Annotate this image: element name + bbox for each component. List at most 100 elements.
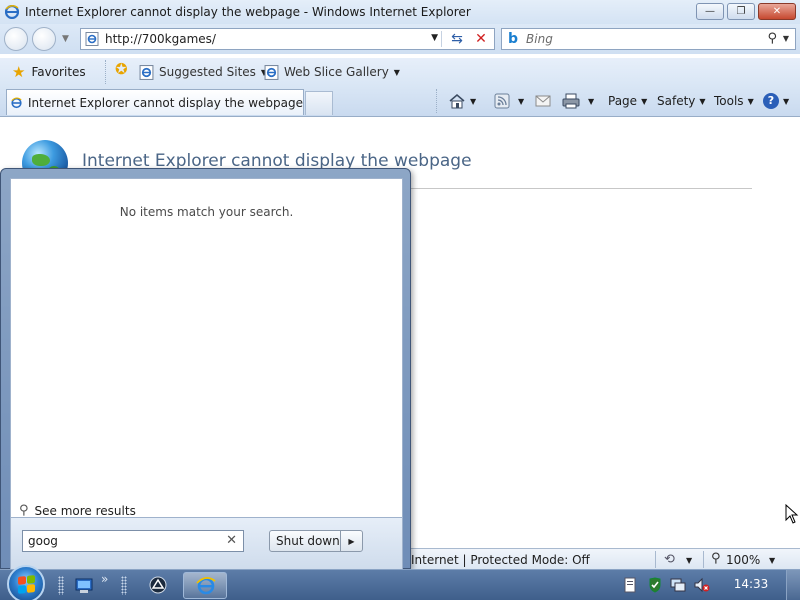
refresh-icon[interactable]: ⇆	[448, 31, 466, 47]
chevron-down-icon: ▼	[393, 67, 400, 77]
taskbar-ie-button[interactable]	[183, 572, 227, 599]
address-divider	[441, 31, 442, 47]
chevron-down-icon: ▼	[699, 96, 706, 106]
zoom-dropdown-icon[interactable]: ▼	[769, 556, 775, 565]
web-slice-gallery-link[interactable]: Web Slice Gallery ▼	[264, 62, 400, 82]
zoom-icon[interactable]: ⚲	[711, 551, 721, 566]
security-zone[interactable]: Internet | Protected Mode: Off	[411, 553, 590, 567]
favorites-star-icon: ★	[12, 62, 26, 81]
feeds-icon	[494, 93, 510, 109]
maximize-button[interactable]: ❐	[727, 3, 755, 20]
toolbar-grip[interactable]	[58, 576, 64, 595]
suggested-sites-ie-icon	[139, 64, 154, 80]
help-menu[interactable]: ? ▼	[763, 92, 789, 110]
web-slice-gallery-ie-icon	[264, 64, 279, 80]
start-menu-bottom: goog ✕ Shut down ▶	[10, 518, 403, 570]
search-placeholder[interactable]: Bing	[526, 32, 553, 46]
chevron-down-icon: ▼	[783, 96, 790, 106]
action-center-icon[interactable]	[647, 577, 663, 593]
tab-row: Internet Explorer cannot display the web…	[0, 86, 800, 117]
zoom-level[interactable]: 100%	[726, 553, 760, 567]
see-more-search-icon: ⚲	[19, 503, 29, 518]
start-search-input[interactable]: goog ✕	[22, 530, 244, 552]
search-icon[interactable]: ⚲	[767, 31, 777, 46]
shutdown-button[interactable]: Shut down ▶	[269, 530, 363, 552]
show-desktop-button[interactable]	[786, 570, 800, 600]
read-mail-button[interactable]	[535, 92, 551, 110]
tools-menu-label: Tools	[714, 94, 744, 108]
chevron-down-icon[interactable]: ▼	[686, 556, 692, 565]
chevron-down-icon: ▼	[588, 96, 595, 106]
network-icon[interactable]	[670, 577, 686, 593]
new-tab-button[interactable]	[305, 91, 333, 115]
tools-menu[interactable]: Tools ▼	[714, 92, 754, 110]
toolbar-grip[interactable]	[121, 576, 127, 595]
stop-icon[interactable]: ✕	[473, 31, 489, 47]
address-dropdown-icon[interactable]: ▼	[431, 33, 438, 43]
status-divider	[655, 551, 656, 568]
help-icon: ?	[763, 93, 779, 109]
chevron-down-icon: ▼	[747, 96, 754, 106]
shutdown-label: Shut down	[276, 534, 340, 548]
no-results-message: No items match your search.	[119, 205, 294, 219]
window-controls: — ❐ ✕	[693, 3, 796, 20]
volume-muted-icon[interactable]	[694, 577, 710, 593]
safety-menu-label: Safety	[657, 94, 696, 108]
chevron-down-icon: ▼	[641, 96, 648, 106]
suggested-sites-label: Suggested Sites	[159, 65, 256, 79]
page-menu[interactable]: Page ▼	[608, 92, 647, 110]
status-divider	[703, 551, 704, 568]
safety-menu[interactable]: Safety ▼	[657, 92, 706, 110]
shutdown-options-arrow-icon[interactable]: ▶	[340, 531, 362, 551]
back-button[interactable]	[4, 27, 28, 51]
show-desktop-quicklaunch-icon[interactable]	[74, 575, 94, 595]
address-bar[interactable]: http://700kgames/ ▼ ⇆ ✕	[80, 28, 495, 50]
favorites-button[interactable]: ★ Favorites	[12, 62, 86, 82]
see-more-results-label: See more results	[34, 503, 136, 518]
see-more-results-link[interactable]: ⚲ See more results	[19, 503, 136, 518]
search-options-dropdown-icon[interactable]: ▼	[783, 34, 789, 43]
windows-flag-icon	[18, 575, 35, 594]
bing-icon: b	[508, 31, 519, 47]
forward-button[interactable]	[32, 27, 56, 51]
window-title: Internet Explorer cannot display the web…	[25, 5, 471, 19]
home-button[interactable]: ▼	[448, 92, 476, 110]
suggested-sites-link[interactable]: Suggested Sites ▼	[139, 62, 267, 82]
home-icon	[449, 94, 465, 109]
clear-search-icon[interactable]: ✕	[226, 533, 237, 548]
close-button[interactable]: ✕	[758, 3, 796, 20]
switch-windows-icon[interactable]	[148, 575, 168, 595]
navigation-bar: ▼ http://700kgames/ ▼ ⇆ ✕ b Bing ⚲ ▼	[0, 24, 800, 54]
recent-pages-dropdown-icon[interactable]: ▼	[62, 34, 69, 44]
chevron-down-icon: ▼	[518, 96, 525, 106]
add-to-favorites-bar-icon[interactable]: ✪	[115, 62, 128, 77]
favorites-bar: ★ Favorites ✪ Suggested Sites ▼ Web Slic…	[0, 58, 800, 86]
start-menu: No items match your search. ⚲ See more r…	[0, 168, 411, 570]
taskbar: » 14:33	[0, 565, 800, 600]
tray-document-icon[interactable]	[622, 577, 638, 593]
quicklaunch-overflow-icon[interactable]: »	[101, 572, 108, 586]
title-bar: Internet Explorer cannot display the web…	[0, 0, 800, 24]
tab-label: Internet Explorer cannot display the web…	[28, 95, 303, 110]
clock[interactable]: 14:33	[726, 577, 776, 591]
minimize-button[interactable]: —	[696, 3, 724, 20]
start-orb-icon[interactable]	[7, 565, 45, 600]
search-results-pane: No items match your search. ⚲ See more r…	[10, 178, 403, 518]
tab-current[interactable]: Internet Explorer cannot display the web…	[6, 89, 304, 115]
search-box[interactable]: b Bing ⚲ ▼	[501, 28, 796, 50]
start-search-text[interactable]: goog	[28, 534, 58, 548]
web-slice-gallery-label: Web Slice Gallery	[284, 65, 389, 79]
mouse-cursor-icon	[785, 504, 799, 524]
tab-ie-icon	[11, 97, 22, 108]
ie-icon	[5, 5, 19, 19]
command-bar-divider	[436, 89, 439, 113]
print-button[interactable]: ▼	[562, 92, 594, 110]
protected-mode-icon[interactable]: ⟲	[664, 552, 675, 567]
address-url[interactable]: http://700kgames/	[105, 32, 216, 46]
print-icon	[562, 93, 580, 109]
page-menu-label: Page	[608, 94, 638, 108]
taskbar-ie-icon	[196, 577, 216, 595]
chevron-down-icon: ▼	[470, 96, 477, 106]
feeds-button[interactable]: ▼	[494, 92, 524, 110]
page-ie-icon	[85, 32, 99, 46]
